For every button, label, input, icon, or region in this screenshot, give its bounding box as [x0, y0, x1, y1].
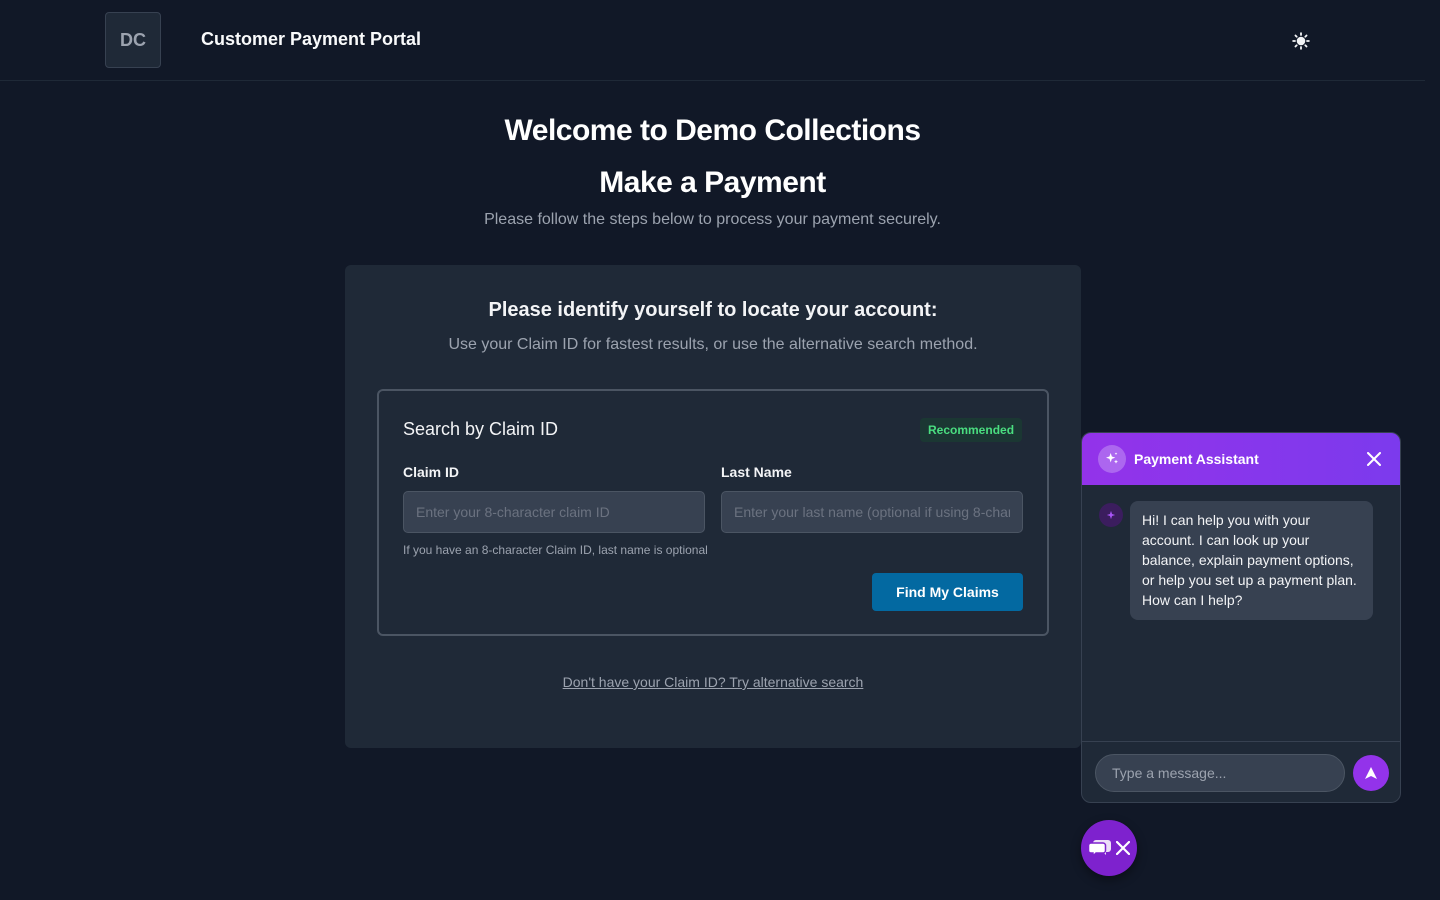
- close-icon: [1367, 452, 1381, 466]
- sparkles-icon: [1098, 445, 1126, 473]
- send-icon: [1365, 767, 1377, 779]
- find-my-claims-button[interactable]: Find My Claims: [872, 573, 1023, 611]
- welcome-heading: Welcome to Demo Collections: [504, 114, 921, 147]
- top-header: DC Customer Payment Portal: [0, 0, 1425, 81]
- last-name-input[interactable]: [721, 491, 1023, 533]
- close-icon: [1116, 841, 1130, 855]
- claim-search-title: Search by Claim ID: [403, 419, 559, 439]
- chat-message-input[interactable]: [1095, 754, 1345, 792]
- chat-header: Payment Assistant: [1082, 433, 1400, 485]
- sun-icon: [1292, 32, 1310, 50]
- recommended-badge: Recommended: [920, 418, 1023, 442]
- claim-id-hint: If you have an 8-character Claim ID, las…: [403, 543, 708, 557]
- sparkle-icon: [1106, 510, 1116, 520]
- send-message-button[interactable]: [1353, 755, 1389, 791]
- identify-card: Please identify yourself to locate your …: [345, 265, 1081, 748]
- chat-message: Hi! I can help you with your account. I …: [1130, 501, 1373, 620]
- payment-assistant-chat: Payment Assistant Hi! I can help you wit…: [1081, 432, 1401, 803]
- card-subtitle: Use your Claim ID for fastest results, o…: [448, 336, 978, 353]
- chat-toggle-button[interactable]: [1081, 820, 1137, 876]
- theme-toggle-button[interactable]: [1288, 29, 1314, 53]
- claim-search-panel: Search by Claim ID Recommended Claim ID …: [377, 389, 1049, 636]
- chat-bubbles-icon: [1088, 840, 1111, 858]
- chat-close-button[interactable]: [1364, 449, 1384, 469]
- claim-id-label: Claim ID: [403, 464, 460, 480]
- claim-id-input[interactable]: [403, 491, 705, 533]
- chat-title: Payment Assistant: [1134, 451, 1259, 467]
- page-title: Make a Payment: [599, 166, 826, 199]
- card-title: Please identify yourself to locate your …: [488, 299, 938, 321]
- page-subtitle: Please follow the steps below to process…: [484, 211, 941, 228]
- alternative-search-link[interactable]: Don't have your Claim ID? Try alternativ…: [345, 674, 1081, 690]
- portal-title: Customer Payment Portal: [201, 29, 422, 49]
- chat-footer: [1082, 741, 1400, 802]
- logo: DC: [105, 12, 161, 68]
- last-name-label: Last Name: [721, 464, 792, 480]
- bot-avatar: [1099, 503, 1123, 527]
